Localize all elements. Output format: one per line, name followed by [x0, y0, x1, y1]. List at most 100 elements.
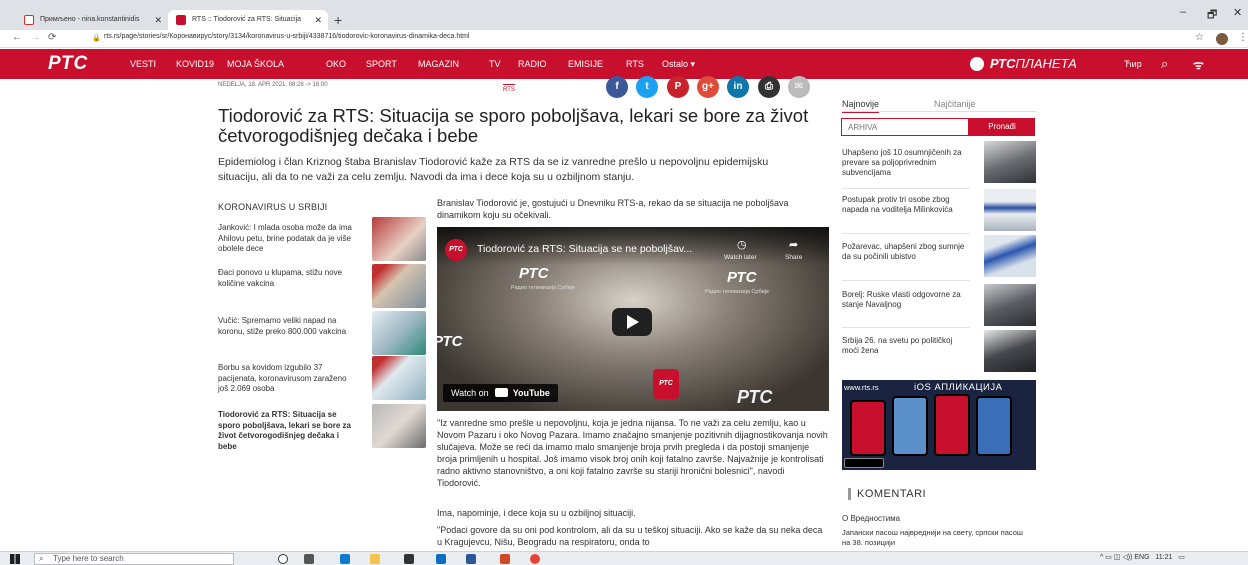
watch-later-label[interactable]: Watch later [724, 254, 757, 261]
related-thumbnail[interactable] [372, 404, 426, 448]
related-thumbnail[interactable] [372, 356, 426, 400]
print-icon[interactable]: ⎙ [758, 76, 780, 98]
profile-avatar[interactable] [1216, 33, 1228, 45]
news-item[interactable]: Uhapšeno još 10 osumnjičenih za prevare … [842, 148, 970, 178]
close-window-icon[interactable]: ✕ [1233, 6, 1242, 19]
google-plus-icon[interactable]: g+ [697, 76, 719, 98]
article-lead: Epidemiolog i član Kriznog štaba Branisl… [218, 156, 769, 183]
share-label[interactable]: Share [785, 254, 802, 261]
rss-icon[interactable]: ᯤ [1193, 56, 1204, 73]
news-thumbnail[interactable] [984, 235, 1036, 277]
windows-taskbar: ⌕ Type here to search ^ ▭ ◫ ◁)) ENG 11:2… [0, 551, 1248, 565]
close-tab-icon[interactable]: ✕ [314, 10, 322, 30]
search-icon[interactable]: ⌕ [1161, 56, 1168, 72]
taskbar-search-input[interactable]: ⌕ Type here to search [34, 553, 234, 565]
language-indicator[interactable]: ENG [1134, 554, 1149, 561]
menu-dots-icon[interactable]: ⋮ [1238, 32, 1248, 43]
channel-avatar[interactable]: РТС [445, 239, 467, 261]
edge-icon[interactable] [340, 554, 350, 564]
url-field[interactable]: rts.rs/page/stories/sr/Коронавирус/story… [104, 33, 470, 40]
news-item[interactable]: Požarevac, uhapšeni zbog sumnje da su po… [842, 242, 970, 262]
reload-icon[interactable]: ⟳ [48, 32, 56, 43]
clock-icon[interactable]: ◷ [737, 238, 747, 251]
file-explorer-icon[interactable] [370, 554, 380, 564]
site-navbar: РТС VESTI KOVID19 MOJA ŠKOLA OKO SPORT M… [0, 49, 1248, 79]
bookmark-star-icon[interactable]: ☆ [1195, 32, 1204, 43]
mail-icon[interactable] [436, 554, 446, 564]
forward-icon[interactable]: → [30, 32, 40, 43]
system-tray[interactable]: ^ ▭ ◫ ◁)) ENG 11:21 ▭ [1100, 553, 1185, 561]
promo-label: iOS АПЛИКАЦИЈА [914, 382, 1003, 393]
search-button[interactable]: Pronađi [969, 118, 1035, 136]
related-thumbnail[interactable] [372, 264, 426, 308]
related-thumbnail[interactable] [372, 311, 426, 355]
share-icon[interactable]: ➦ [789, 238, 798, 251]
comments-title[interactable]: О Вредностима [842, 514, 900, 523]
nav-magazin[interactable]: MAGAZIN [418, 59, 459, 69]
close-tab-icon[interactable]: ✕ [154, 10, 162, 30]
nav-ostalo[interactable]: Ostalo ▾ [662, 59, 695, 70]
news-thumbnail[interactable] [984, 284, 1036, 326]
related-item-active[interactable]: Tiodorović za RTS: Situacija se sporo po… [218, 410, 358, 452]
word-icon[interactable] [466, 554, 476, 564]
windows-start-icon[interactable] [10, 554, 20, 564]
facebook-icon[interactable]: f [606, 76, 628, 98]
video-player[interactable]: РТС Tiodorović za RTS: Situacija se ne p… [437, 227, 829, 411]
store-icon[interactable] [404, 554, 414, 564]
nav-rts[interactable]: RTS [626, 59, 644, 69]
news-item[interactable]: Borelj: Ruske vlasti odgovorne za stanje… [842, 290, 970, 310]
video-title[interactable]: Tiodorović za RTS: Situacija se ne pobol… [477, 243, 692, 255]
chrome-icon[interactable] [530, 554, 540, 564]
rts-planeta-link[interactable]: РТСПЛАНЕТА [990, 56, 1077, 71]
app-store-badge[interactable] [844, 458, 884, 468]
related-item[interactable]: Janković: I mlada osoba može da ima Ahil… [218, 223, 358, 255]
rts-logo[interactable]: РТС [48, 53, 88, 75]
archive-input[interactable] [841, 118, 969, 136]
news-thumbnail[interactable] [984, 330, 1036, 372]
watch-on-youtube-button[interactable]: Watch on YouTube [443, 384, 558, 402]
restore-icon[interactable]: 🗗 [1207, 6, 1217, 25]
comments-heading: KOMENTARI [848, 488, 926, 500]
related-item[interactable]: Đaci ponovo u klupama, stižu nove količi… [218, 268, 358, 289]
minimize-icon[interactable]: – [1180, 6, 1186, 18]
news-item[interactable]: Postupak protiv tri osobe zbog napada na… [842, 195, 970, 215]
script-toggle[interactable]: Ћир [1124, 59, 1142, 69]
news-item[interactable]: Srbija 26. na svetu po političkoj moći ž… [842, 336, 970, 356]
ios-app-banner[interactable]: www.rts.rs iOS АПЛИКАЦИЈА [842, 380, 1036, 470]
powerpoint-icon[interactable] [500, 554, 510, 564]
pinterest-icon[interactable]: P [667, 76, 689, 98]
nav-kovid19[interactable]: KOVID19 [176, 59, 214, 69]
tab-label: Примљено - nina.konstantinidis [40, 16, 140, 23]
tab-rts[interactable]: RTS :: Tiodorović za RTS: Situacija ✕ [168, 10, 328, 30]
nav-emisije[interactable]: EMISIJE [568, 59, 603, 69]
cortana-icon[interactable] [278, 554, 288, 564]
gmail-icon [24, 15, 34, 25]
nav-moja-skola[interactable]: MOJA ŠKOLA [227, 59, 284, 69]
task-view-icon[interactable] [304, 554, 314, 564]
related-item[interactable]: Borbu sa kovidom izgubilo 37 pacijenata,… [218, 363, 358, 395]
nav-oko[interactable]: OKO [326, 59, 346, 69]
news-thumbnail[interactable] [984, 141, 1036, 183]
nav-tv[interactable]: TV [489, 59, 501, 69]
twitter-icon[interactable]: t [636, 76, 658, 98]
nav-vesti[interactable]: VESTI [130, 59, 156, 69]
lock-icon[interactable]: 🔒 [92, 34, 101, 42]
linkedin-icon[interactable]: in [727, 76, 749, 98]
email-icon[interactable]: ✉ [788, 76, 810, 98]
article-tag[interactable]: RTS [503, 84, 515, 93]
news-divider [842, 280, 970, 281]
comments-item[interactable]: Јапански пасош највреднији на свету, срп… [842, 528, 1032, 548]
nav-sport[interactable]: SPORT [366, 59, 397, 69]
planeta-drop-icon [970, 57, 984, 71]
related-thumbnail[interactable] [372, 217, 426, 261]
tab-najcitanije[interactable]: Najčitanije [934, 99, 976, 109]
nav-radio[interactable]: RADIO [518, 59, 547, 69]
new-tab-button[interactable]: + [334, 12, 342, 28]
news-thumbnail[interactable] [984, 189, 1036, 231]
tab-gmail[interactable]: Примљено - nina.konstantinidis ✕ [16, 10, 168, 30]
clock[interactable]: 11:21 [1155, 554, 1172, 561]
related-item[interactable]: Vučić: Spremamo veliki napad na koronu, … [218, 316, 358, 337]
play-button[interactable] [612, 308, 652, 336]
rts-watermark: РТС [519, 265, 549, 282]
back-icon[interactable]: ← [12, 32, 22, 43]
